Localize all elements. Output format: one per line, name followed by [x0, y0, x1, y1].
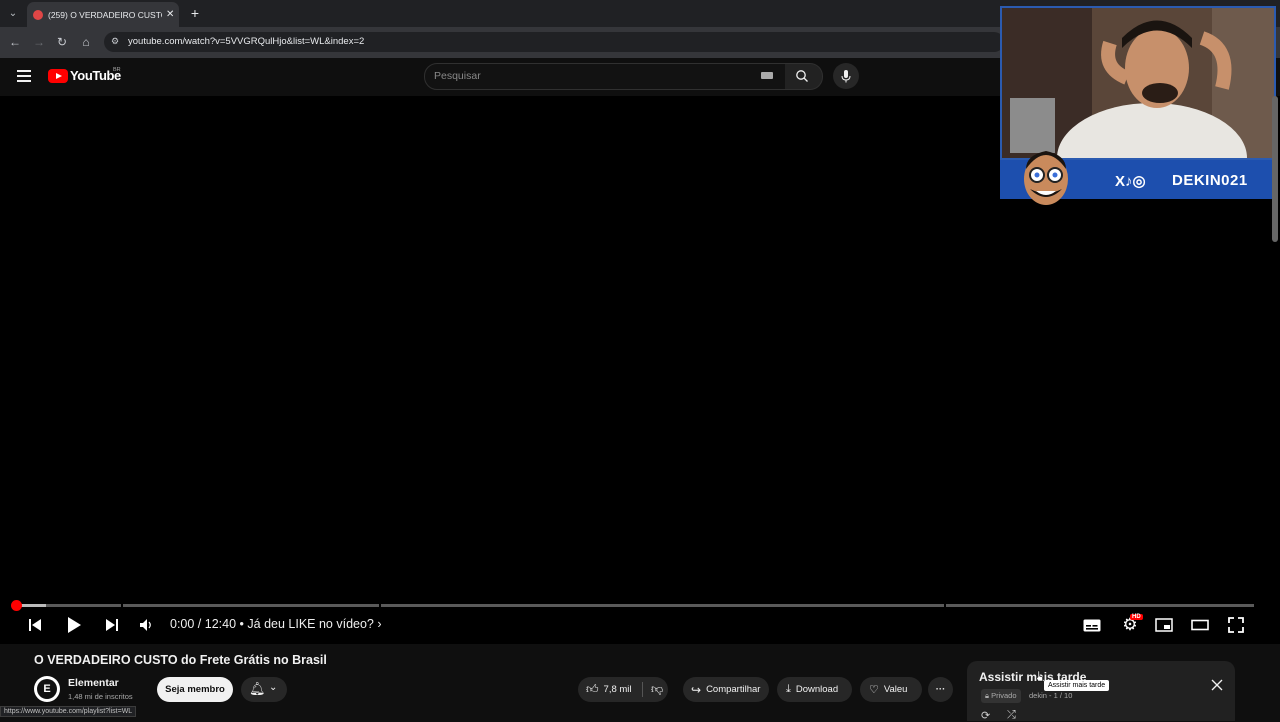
browser-status-bar: https://www.youtube.com/playlist?list=WL [0, 706, 137, 717]
theater-mode-icon [1191, 619, 1209, 631]
thanks-label: Valeu [883, 684, 908, 695]
super-thanks-icon: ♡ [869, 684, 879, 696]
chapter-title[interactable]: Já deu LIKE no vídeo? [247, 617, 373, 631]
share-button[interactable]: ↪ Compartilhar [683, 677, 769, 702]
download-icon: ⤓ [786, 683, 791, 695]
site-info-icon[interactable]: ⚙ [111, 36, 121, 46]
share-label: Compartilhar [706, 684, 761, 695]
chapter-marker [379, 604, 381, 607]
chapter-arrow-icon[interactable]: › [377, 617, 381, 631]
loop-icon[interactable]: ⟳ [981, 709, 990, 722]
share-icon: ↪ [691, 682, 702, 697]
cartoon-avatar-icon [1024, 151, 1068, 205]
more-icon: ··· [935, 684, 946, 695]
hamburger-menu-icon[interactable] [17, 70, 31, 82]
search-icon [796, 70, 808, 82]
dislike-button[interactable]: 👎︎ [643, 682, 663, 697]
browser-tab[interactable]: (259) O VERDADEIRO CUSTO do ✕ [27, 2, 179, 27]
shuffle-icon[interactable]: ⤮ [1007, 709, 1016, 722]
youtube-logo[interactable]: YouTube [48, 68, 121, 83]
subscriber-count: 1,48 mi de inscritos [68, 692, 133, 701]
webcam-overlay [1000, 6, 1276, 160]
new-tab-button[interactable]: + [188, 5, 202, 21]
chevron-down-icon: ⌄ [269, 682, 278, 693]
thumbs-up-icon: 👍︎ [586, 682, 599, 696]
play-icon [68, 617, 81, 633]
notification-bell-button[interactable]: 🔔︎ ⌄ [241, 677, 287, 702]
tab-title: (259) O VERDADEIRO CUSTO do [48, 9, 162, 20]
back-arrow-icon[interactable]: ← [7, 34, 23, 50]
chapter-marker [121, 604, 123, 607]
social-icons: X♪◎ [1115, 173, 1146, 190]
webcam-person-image [1002, 8, 1274, 158]
next-button[interactable] [104, 616, 120, 634]
download-label: Download [795, 684, 839, 695]
microphone-icon [841, 70, 851, 83]
thanks-button[interactable]: ♡ Valeu [860, 677, 922, 702]
country-code: BR [113, 67, 121, 73]
join-button[interactable]: Seja membro [157, 677, 233, 702]
subtitles-icon [1083, 619, 1101, 631]
thumbs-down-icon: 👎︎ [651, 682, 664, 696]
page-scrollbar[interactable] [1272, 96, 1278, 242]
download-button[interactable]: ⤓ Download [777, 677, 852, 702]
like-count: 7,8 mil [603, 684, 632, 695]
theater-mode-button[interactable] [1191, 616, 1209, 634]
search-input[interactable]: Pesquisar [434, 70, 481, 82]
keyboard-icon[interactable] [761, 72, 773, 79]
more-actions-button[interactable]: ··· [928, 677, 953, 702]
home-icon[interactable]: ⌂ [78, 34, 94, 50]
youtube-favicon-icon [33, 9, 43, 20]
channel-avatar[interactable]: E [34, 676, 60, 702]
privacy-label: Privado [991, 691, 1017, 700]
tab-search-dropdown-icon[interactable]: ⌄ [4, 5, 22, 21]
skip-next-icon [106, 619, 118, 631]
fullscreen-button[interactable] [1227, 616, 1245, 634]
address-bar-url[interactable]: youtube.com/watch?v=5VVGRQulHjo&list=WL&… [128, 36, 364, 47]
close-icon[interactable] [1211, 679, 1223, 691]
fullscreen-icon [1228, 617, 1244, 633]
bell-icon: 🔔︎ [249, 681, 266, 696]
youtube-play-logo-icon [48, 68, 68, 83]
playlist-privacy-badge: 🔒︎ Privado [981, 689, 1021, 703]
progress-scrubber[interactable] [11, 600, 22, 611]
subtitles-button[interactable] [1083, 616, 1101, 634]
volume-icon [140, 619, 151, 631]
time-text: 0:00 / 12:40 [170, 617, 237, 631]
time-display: 0:00 / 12:40 • Já deu LIKE no vídeo? › [170, 617, 382, 631]
channel-avatar-initial: E [37, 679, 57, 699]
hand-cursor-icon [1036, 670, 1043, 682]
time-separator: • [239, 617, 244, 631]
forward-arrow-icon[interactable]: → [31, 34, 47, 50]
settings-button[interactable]: ⚙ HD [1118, 614, 1143, 634]
reload-icon[interactable]: ↻ [54, 34, 70, 50]
like-button[interactable]: 👍︎ 7,8 mil [578, 682, 642, 697]
lock-icon: 🔒︎ [985, 691, 989, 700]
previous-button[interactable] [27, 616, 43, 634]
playlist-meta[interactable]: dekin - 1 / 10 [1029, 691, 1072, 700]
volume-button[interactable] [138, 616, 154, 634]
tab-close-icon[interactable]: ✕ [166, 9, 174, 20]
channel-name[interactable]: Elementar [68, 677, 119, 689]
skip-previous-icon [29, 619, 41, 631]
like-dislike-group: 👍︎ 7,8 mil 👎︎ [578, 677, 668, 702]
chapter-marker [944, 604, 946, 607]
video-title: O VERDADEIRO CUSTO do Frete Grátis no Br… [34, 653, 327, 667]
miniplayer-button[interactable] [1155, 616, 1173, 634]
hd-badge: HD [1130, 614, 1143, 620]
streamer-handle: DEKIN021 [1172, 172, 1248, 189]
progress-bar[interactable] [16, 604, 1254, 607]
tooltip: Assistir mais tarde [1044, 680, 1110, 691]
play-button[interactable] [64, 616, 84, 634]
miniplayer-icon [1155, 618, 1173, 632]
